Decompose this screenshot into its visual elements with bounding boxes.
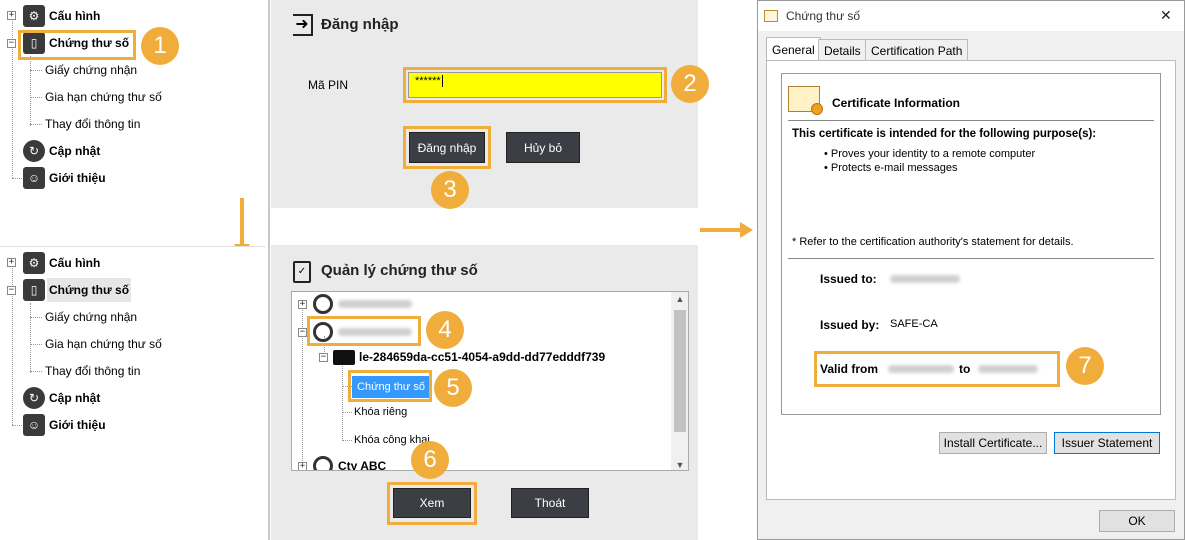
tab-content: Certificate Information This certificate… [766, 60, 1176, 500]
info-box: Certificate Information This certificate… [781, 73, 1161, 415]
tree-item-update[interactable]: Cập nhật [49, 139, 100, 163]
collapse-toggle[interactable]: − [7, 39, 16, 48]
close-icon[interactable]: ✕ [1160, 7, 1172, 24]
hr [788, 258, 1154, 259]
step-badge-3: 3 [431, 171, 469, 209]
step-badge-4: 4 [426, 311, 464, 349]
expand-toggle[interactable]: + [298, 300, 307, 309]
login-panel: ➜ Đăng nhập Mã PIN ****** Đăng nhập Hủy … [271, 0, 698, 208]
users-icon: ☺ [23, 167, 45, 189]
usb-token-icon: ▯ [23, 279, 45, 301]
settings-icon: ⚙ [23, 252, 45, 274]
exit-button[interactable]: Thoát [511, 488, 589, 518]
scrollbar-thumb[interactable] [674, 310, 686, 432]
tree-item-certificate-selected[interactable]: Chứng thư số [47, 278, 132, 302]
container-name[interactable]: le-284659da-cc51-4054-a9dd-dd77edddf739 [359, 350, 605, 364]
step-badge-6: 6 [411, 441, 449, 479]
login-title: Đăng nhập [321, 16, 399, 33]
tree-panel-bottom: + ⚙ Cấu hình − ▯ Chứng thư số Giấy chứng… [0, 246, 265, 446]
cert-store-icon [313, 456, 333, 470]
tree-item-config[interactable]: Cấu hình [49, 251, 100, 275]
step-badge-2: 2 [671, 65, 709, 103]
blurred-name [338, 300, 412, 308]
collapse-toggle[interactable]: − [7, 286, 16, 295]
tab-certification-path[interactable]: Certification Path [865, 39, 969, 61]
clipboard-icon: ✓ [293, 261, 311, 283]
login-icon: ➜ [293, 14, 313, 36]
expand-toggle[interactable]: + [7, 258, 16, 267]
highlight-box [348, 370, 432, 402]
ok-button[interactable]: OK [1099, 510, 1175, 532]
step-badge-5: 5 [434, 369, 472, 407]
collapse-toggle[interactable]: − [319, 353, 328, 362]
info-heading: Certificate Information [832, 96, 961, 110]
highlight-box [403, 67, 667, 103]
tab-general[interactable]: General [766, 37, 821, 61]
manager-title: Quản lý chứng thư số [321, 262, 478, 279]
step-badge-1: 1 [141, 27, 179, 65]
expand-toggle[interactable]: + [298, 462, 307, 470]
company-item[interactable]: Cty ABC [338, 459, 386, 470]
title-bar: Chứng thư số ✕ [758, 1, 1184, 31]
hr [788, 120, 1154, 121]
tree-item-change-info[interactable]: Thay đổi thông tin [45, 112, 140, 136]
divider [268, 0, 270, 540]
folder-icon [333, 350, 355, 365]
collapse-toggle[interactable]: − [298, 328, 307, 337]
update-icon: ↻ [23, 140, 45, 162]
update-icon: ↻ [23, 387, 45, 409]
tree-item-update[interactable]: Cập nhật [49, 386, 100, 410]
issued-to-value [890, 275, 960, 283]
tree-item-about[interactable]: Giới thiệu [49, 166, 106, 190]
tree-item-cert-paper[interactable]: Giấy chứng nhận [45, 305, 137, 329]
cert-manager-panel: ✓ Quản lý chứng thư số + − − le-284659da… [271, 245, 698, 540]
tree-item-change-info[interactable]: Thay đổi thông tin [45, 359, 140, 383]
highlight-box [814, 351, 1060, 387]
purpose-heading: This certificate is intended for the fol… [792, 128, 1097, 140]
tree-item-cert-paper[interactable]: Giấy chứng nhận [45, 58, 137, 82]
issued-to-label: Issued to: [820, 272, 877, 286]
settings-icon: ⚙ [23, 5, 45, 27]
highlight-box [18, 30, 136, 60]
dialog-title: Chứng thư số [786, 9, 861, 23]
highlight-box [387, 482, 477, 525]
purpose-2: • Protects e-mail messages [824, 162, 958, 174]
tree-item-renew[interactable]: Gia hạn chứng thư số [45, 332, 162, 356]
tree-item-renew[interactable]: Gia hạn chứng thư số [45, 85, 162, 109]
users-icon: ☺ [23, 414, 45, 436]
issued-by-label: Issued by: [820, 318, 880, 332]
certificate-badge-icon [788, 86, 823, 115]
cancel-button[interactable]: Hủy bỏ [506, 132, 580, 163]
private-key-item[interactable]: Khóa riêng [354, 406, 407, 418]
expand-toggle[interactable]: + [7, 11, 16, 20]
refer-note: * Refer to the certification authority's… [792, 236, 1074, 248]
purpose-1: • Proves your identity to a remote compu… [824, 148, 1036, 160]
tree-panel-top: + ⚙ Cấu hình − ▯ Chứng thư số Giấy chứng… [0, 0, 265, 205]
tree-item-config[interactable]: Cấu hình [49, 4, 100, 28]
scrollbar[interactable]: ▲ ▼ [671, 292, 688, 470]
pin-label: Mã PIN [308, 78, 349, 92]
cert-store-icon [313, 294, 333, 314]
issuer-statement-button[interactable]: Issuer Statement [1054, 432, 1160, 454]
issued-by-value: SAFE-CA [890, 318, 938, 330]
right-arrow [700, 222, 756, 238]
certificate-icon [764, 10, 778, 22]
install-certificate-button[interactable]: Install Certificate... [939, 432, 1047, 454]
highlight-box [403, 126, 491, 169]
step-badge-7: 7 [1066, 347, 1104, 385]
highlight-box [307, 316, 421, 346]
tree-item-about[interactable]: Giới thiệu [49, 413, 106, 437]
tab-details[interactable]: Details [818, 39, 867, 61]
certificate-dialog: Chứng thư số ✕ General Details Certifica… [757, 0, 1185, 540]
